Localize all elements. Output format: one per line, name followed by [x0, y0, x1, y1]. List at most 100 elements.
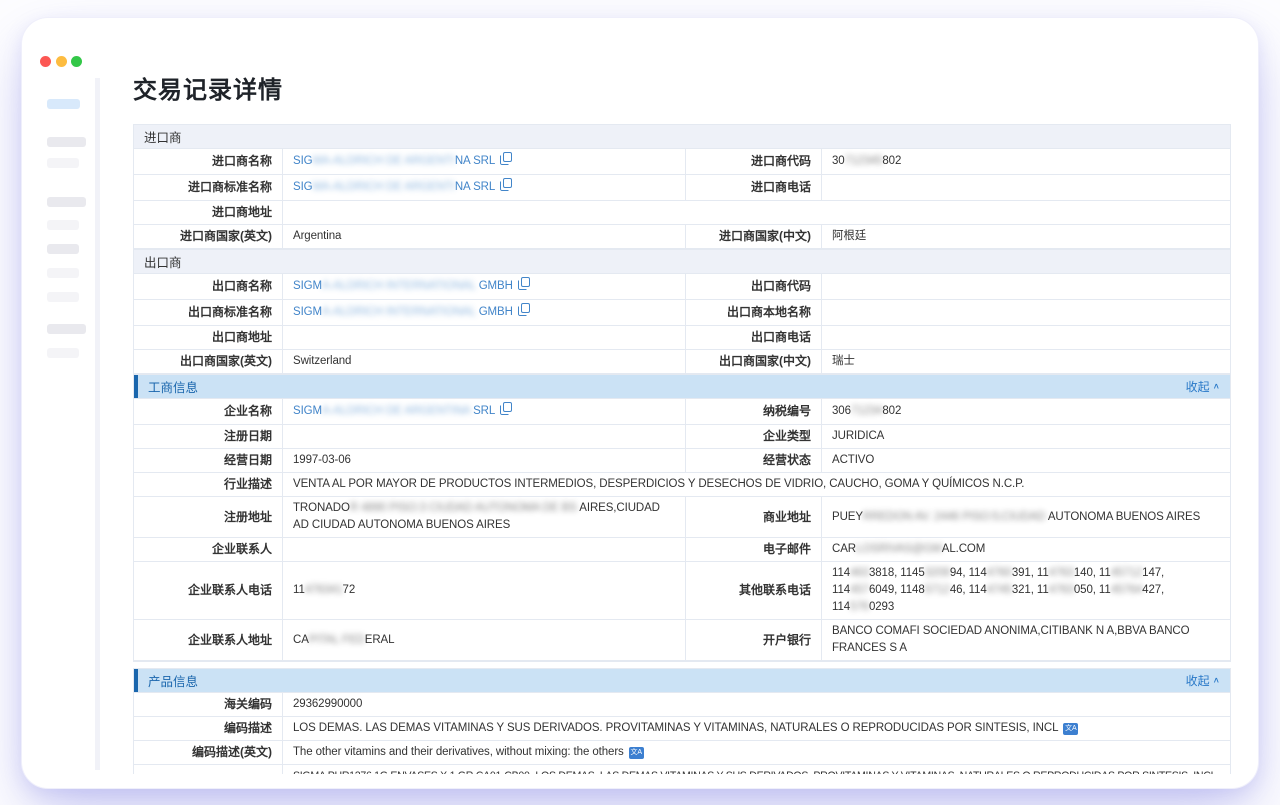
table-row: 产品描述SIGMA PHR1276 1G ENVASES X 1 GR CA01…: [134, 765, 1230, 774]
field-text: VENTA AL POR MAYOR DE PRODUCTOS INTERMED…: [293, 478, 1024, 490]
copy-icon[interactable]: [500, 402, 512, 421]
sidebar-item[interactable]: [47, 158, 79, 168]
text-segment: 72: [343, 584, 356, 596]
redacted-text: MA-ALDRICH DE ARGENTI: [313, 155, 455, 167]
redacted-text: 3209: [925, 567, 950, 579]
text-segment: SIGM: [293, 405, 322, 417]
text-segment: 140, 11: [1074, 567, 1111, 579]
table-row: 进口商地址: [134, 201, 1230, 225]
copy-icon[interactable]: [518, 303, 530, 322]
minimize-button[interactable]: [56, 56, 67, 67]
text-segment: TRONADO: [293, 502, 350, 514]
text-segment: VENTA AL POR MAYOR DE PRODUCTOS INTERMED…: [293, 478, 1024, 490]
redacted-text: A-ALDRICH DE ARGENTINA: [322, 405, 473, 417]
field-value: LOS DEMAS. LAS DEMAS VITAMINAS Y SUS DER…: [283, 717, 1231, 740]
field-text: 1144633818, 1145320994, 1144760391, 1147…: [832, 567, 1164, 613]
sidebar-item-active[interactable]: [47, 99, 80, 109]
redacted-text: 45712: [1111, 567, 1142, 579]
table-row: 行业描述 VENTA AL POR MAYOR DE PRODUCTOS INTE…: [134, 473, 1230, 497]
translate-icon[interactable]: 文A: [1063, 723, 1078, 735]
field-value: ACTIVO: [822, 449, 1231, 472]
table-row: 出口商标准名称SIGMA-ALDRICH INTERNATIONAL GMBH出…: [134, 300, 1230, 326]
company-link[interactable]: SIGMA-ALDRICH DE ARGENTINA SRL: [293, 155, 495, 167]
field-label: 进口商标准名称: [134, 175, 283, 200]
field-value: Switzerland: [283, 350, 685, 373]
field-text: BANCO COMAFI SOCIEDAD ANONIMA,CITIBANK N…: [832, 625, 1189, 654]
collapse-button[interactable]: 收起∧: [1186, 672, 1220, 689]
field-value: SIGMA-ALDRICH DE ARGENTINA SRL: [283, 399, 685, 424]
field-value: VENTA AL POR MAYOR DE PRODUCTOS INTERMED…: [283, 473, 1231, 496]
field-label: 产品描述: [134, 765, 283, 774]
collapse-button[interactable]: 收起∧: [1186, 378, 1220, 395]
field-value: [822, 326, 1231, 349]
sidebar-item[interactable]: [47, 324, 86, 334]
field-label: 注册日期: [134, 425, 283, 448]
field-label: 出口商国家(中文): [685, 350, 822, 373]
field-label: 经营状态: [685, 449, 822, 472]
field-label: 出口商本地名称: [685, 300, 822, 325]
copy-icon[interactable]: [500, 178, 512, 197]
zoom-button[interactable]: [71, 56, 82, 67]
sidebar-item[interactable]: [47, 268, 79, 278]
text-segment: SIGM: [293, 280, 322, 292]
field-label: 出口商名称: [134, 274, 283, 299]
text-segment: 11: [293, 584, 305, 596]
copy-icon[interactable]: [518, 277, 530, 296]
redacted-text: 712345: [845, 155, 883, 167]
section-header-product-info: 产品信息收起∧: [134, 669, 1230, 693]
table-row: 编码描述(英文)The other vitamins and their der…: [134, 741, 1230, 765]
field-label: 进口商代码: [685, 149, 822, 174]
text-segment: 050, 11: [1074, 584, 1111, 596]
copy-icon[interactable]: [500, 152, 512, 171]
field-value: [822, 175, 1231, 200]
sidebar-item[interactable]: [47, 292, 79, 302]
field-value: SIGMA-ALDRICH DE ARGENTINA SRL: [283, 175, 685, 200]
sidebar-item[interactable]: [47, 244, 79, 254]
redacted-text: 476341: [305, 584, 343, 596]
table-row: 出口商地址出口商电话: [134, 326, 1230, 350]
section-header-business-info: 工商信息收起∧: [134, 375, 1230, 399]
field-value: [283, 425, 685, 448]
company-link[interactable]: SIGMA-ALDRICH DE ARGENTINA SRL: [293, 405, 495, 417]
section-accent-bar: [134, 669, 138, 692]
text-segment: 3818, 1145: [869, 567, 925, 579]
field-text: CARLOSRIVAS@GMAL.COM: [832, 543, 985, 555]
text-segment: 391, 11: [1012, 567, 1049, 579]
text-segment: AL.COM: [942, 543, 986, 555]
translate-icon[interactable]: 文A: [629, 747, 644, 759]
table-row: 出口商国家(英文)Switzerland出口商国家(中文)瑞士: [134, 350, 1230, 374]
text-segment: CA: [293, 634, 309, 646]
text-segment: ERAL: [365, 634, 395, 646]
text-segment: NA SRL: [455, 155, 495, 167]
table-row: 进口商名称SIGMA-ALDRICH DE ARGENTINA SRL进口商代码…: [134, 149, 1230, 175]
text-segment: Argentina: [293, 230, 341, 242]
company-link[interactable]: SIGMA-ALDRICH DE ARGENTINA SRL: [293, 181, 495, 193]
table-row: 企业联系人电话1147634172其他联系电话1144633818, 11453…: [134, 562, 1230, 620]
sidebar-item[interactable]: [47, 348, 79, 358]
field-label: 企业类型: [685, 425, 822, 448]
table-row: 注册日期 企业类型JURIDICA: [134, 425, 1230, 449]
company-link[interactable]: SIGMA-ALDRICH INTERNATIONAL GMBH: [293, 306, 513, 318]
field-value: CARLOSRIVAS@GMAL.COM: [822, 538, 1231, 561]
text-segment: 94, 114: [950, 567, 987, 579]
sidebar-item[interactable]: [47, 220, 79, 230]
sidebar: [30, 78, 100, 770]
field-label: 行业描述: [134, 473, 283, 496]
text-segment: NA SRL: [455, 181, 495, 193]
sidebar-item[interactable]: [47, 137, 86, 147]
close-button[interactable]: [40, 56, 51, 67]
sidebar-item[interactable]: [47, 197, 86, 207]
section-product-info: 产品信息收起∧海关编码29362990000编码描述 LOS DEMAS. LAS…: [133, 668, 1231, 774]
text-segment: LOS DEMAS. LAS DEMAS VITAMINAS Y SUS DER…: [293, 722, 1058, 734]
field-label: 进口商国家(英文): [134, 225, 283, 248]
field-label: 编码描述: [134, 717, 283, 740]
field-text: TRONADOR 4890 PISO:3 CIUDAD AUTONOMA DE …: [293, 502, 660, 531]
field-text: PUEYRREDON AV. 2446 PISO:5;CIUDAD AUTONO…: [832, 511, 1200, 523]
field-value: JURIDICA: [822, 425, 1231, 448]
table-row: 海关编码29362990000: [134, 693, 1230, 717]
company-link[interactable]: SIGMA-ALDRICH INTERNATIONAL GMBH: [293, 280, 513, 292]
text-segment: PUEY: [832, 511, 863, 523]
section-title: 出口商: [144, 252, 182, 271]
field-label: 商业地址: [685, 497, 822, 537]
section-header-importer: 进口商: [134, 125, 1230, 149]
